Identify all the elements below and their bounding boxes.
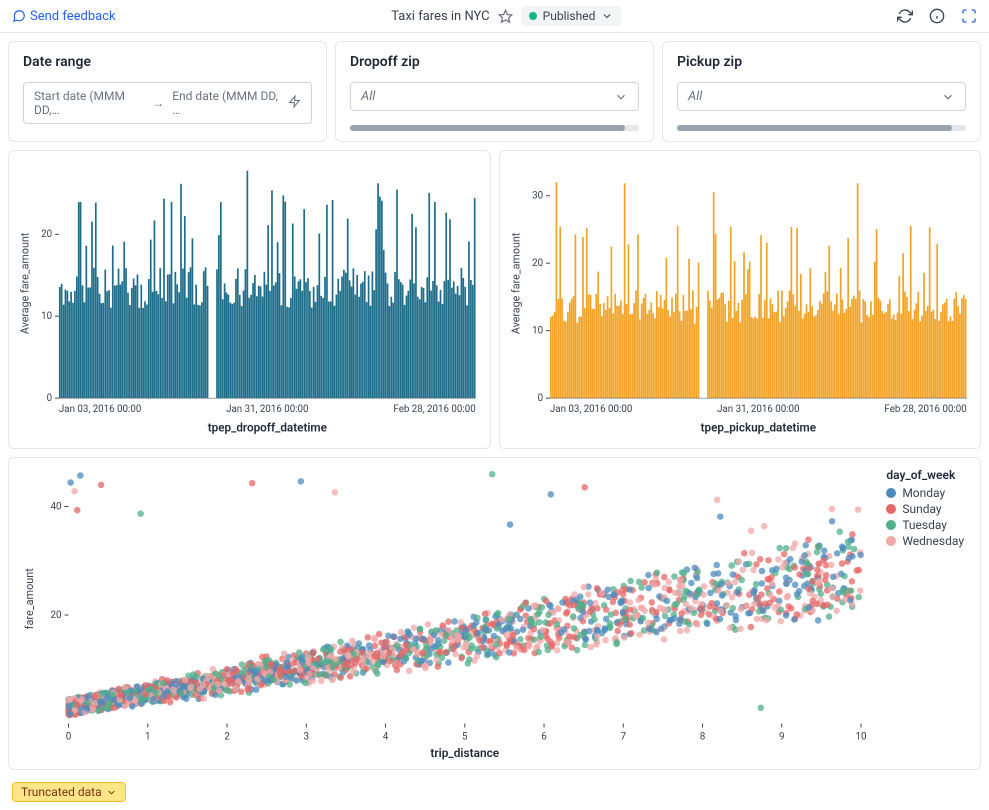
svg-text:Jan 31, 2016 00:00: Jan 31, 2016 00:00	[717, 404, 799, 415]
svg-text:Jan 31, 2016 00:00: Jan 31, 2016 00:00	[226, 404, 308, 415]
status-dropdown[interactable]: Published	[521, 6, 622, 26]
svg-text:0: 0	[47, 393, 52, 404]
svg-text:10: 10	[532, 326, 543, 337]
header-left: Send feedback	[12, 9, 116, 24]
header-center: Taxi fares in NYC Published	[391, 6, 621, 26]
svg-text:9: 9	[779, 731, 785, 742]
legend-swatch-icon	[886, 488, 896, 498]
header-right	[897, 8, 977, 24]
dropoff-value: All	[361, 89, 375, 104]
svg-text:20: 20	[532, 258, 543, 269]
chevron-down-icon	[106, 787, 117, 798]
scrollbar[interactable]	[677, 125, 966, 131]
truncated-data-badge[interactable]: Truncated data	[12, 782, 126, 802]
status-label: Published	[543, 9, 596, 23]
legend-title: day_of_week	[886, 468, 964, 482]
legend-swatch-icon	[886, 504, 896, 514]
legend-swatch-icon	[886, 520, 896, 530]
dropoff-select[interactable]: All	[350, 82, 639, 111]
chart-scatter-svg: 20 40 fare_amount 0 1 2 3 4 5 6 7 8 9 10 trip_distance	[19, 466, 970, 763]
legend-swatch-icon	[886, 536, 896, 546]
legend-item[interactable]: Wednesday	[886, 534, 964, 548]
scrollbar[interactable]	[350, 125, 639, 131]
filter-label: Dropoff zip	[350, 54, 639, 70]
feedback-label: Send feedback	[30, 9, 116, 24]
filter-date-range: Date range Start date (MMM DD,… → End da…	[8, 41, 327, 142]
svg-text:1: 1	[145, 731, 151, 742]
svg-text:Jan 03, 2016 00:00: Jan 03, 2016 00:00	[549, 404, 631, 415]
svg-text:Average fare_amount: Average fare_amount	[509, 232, 522, 334]
charts-row: 0 10 20 Average fare_amount Jan 03, 2016 00:…	[0, 150, 989, 457]
svg-text:0: 0	[537, 393, 542, 404]
status-dot-icon	[529, 12, 537, 20]
legend-label: Tuesday	[902, 518, 947, 532]
start-date-placeholder: Start date (MMM DD,…	[34, 89, 144, 117]
refresh-icon[interactable]	[897, 8, 913, 24]
fullscreen-icon[interactable]	[961, 8, 977, 24]
chart-scatter: day_of_week Monday Sunday Tuesday Wednesday…	[8, 457, 981, 770]
page-title: Taxi fares in NYC	[391, 9, 489, 24]
legend-label: Wednesday	[902, 534, 964, 548]
arrow-right-icon: →	[152, 96, 164, 110]
legend-label: Monday	[902, 486, 945, 500]
filter-dropoff-zip: Dropoff zip All	[335, 41, 654, 142]
pickup-value: All	[688, 89, 702, 104]
send-feedback-link[interactable]: Send feedback	[12, 9, 116, 24]
legend-label: Sunday	[902, 502, 941, 516]
filter-label: Date range	[23, 54, 312, 70]
filter-pickup-zip: Pickup zip All	[662, 41, 981, 142]
date-range-input[interactable]: Start date (MMM DD,… → End date (MMM DD,…	[23, 82, 312, 124]
svg-text:7: 7	[620, 731, 626, 742]
svg-text:Feb 28, 2016 00:00: Feb 28, 2016 00:00	[884, 404, 966, 415]
truncated-label: Truncated data	[21, 785, 102, 799]
pickup-select[interactable]: All	[677, 82, 966, 111]
filter-label: Pickup zip	[677, 54, 966, 70]
svg-text:6: 6	[541, 731, 547, 742]
svg-text:10: 10	[41, 311, 52, 322]
chart-dropoff: 0 10 20 Average fare_amount Jan 03, 2016 00:…	[8, 150, 491, 449]
chart-dropoff-svg: 0 10 20 Average fare_amount Jan 03, 2016 00:…	[15, 159, 484, 442]
filters-row: Date range Start date (MMM DD,… → End da…	[0, 33, 989, 150]
chevron-down-icon	[941, 90, 955, 104]
svg-text:20: 20	[50, 610, 61, 621]
scrollbar-thumb[interactable]	[677, 125, 952, 131]
svg-text:trip_distance: trip_distance	[430, 746, 499, 760]
chevron-down-icon	[614, 90, 628, 104]
svg-text:tpep_pickup_datetime: tpep_pickup_datetime	[700, 420, 815, 434]
svg-text:tpep_dropoff_datetime: tpep_dropoff_datetime	[208, 420, 327, 434]
svg-text:4: 4	[383, 731, 389, 742]
end-date-placeholder: End date (MMM DD, …	[172, 89, 280, 117]
svg-text:20: 20	[41, 229, 52, 240]
svg-text:3: 3	[303, 731, 309, 742]
chevron-down-icon	[601, 10, 613, 22]
legend-item[interactable]: Sunday	[886, 502, 964, 516]
svg-text:fare_amount: fare_amount	[23, 568, 36, 630]
scrollbar-thumb[interactable]	[350, 125, 625, 131]
svg-text:2: 2	[224, 731, 230, 742]
svg-text:8: 8	[700, 731, 706, 742]
star-icon[interactable]	[498, 9, 513, 24]
chart-pickup-svg: 0 10 20 30 Average fare_amount Jan 03, 2016 0…	[506, 159, 975, 442]
svg-text:5: 5	[462, 731, 468, 742]
svg-text:Jan 03, 2016 00:00: Jan 03, 2016 00:00	[59, 404, 141, 415]
comment-icon	[12, 9, 26, 23]
lightning-icon[interactable]	[288, 95, 301, 111]
svg-text:Average fare_amount: Average fare_amount	[19, 232, 32, 334]
svg-text:30: 30	[532, 191, 543, 202]
svg-text:40: 40	[50, 502, 61, 513]
legend-item[interactable]: Tuesday	[886, 518, 964, 532]
legend: day_of_week Monday Sunday Tuesday Wednesday	[886, 468, 964, 550]
legend-item[interactable]: Monday	[886, 486, 964, 500]
svg-text:Feb 28, 2016 00:00: Feb 28, 2016 00:00	[393, 404, 475, 415]
svg-text:10: 10	[855, 731, 866, 742]
info-icon[interactable]	[929, 8, 945, 24]
chart-pickup: 0 10 20 30 Average fare_amount Jan 03, 2016 0…	[499, 150, 982, 449]
svg-text:0: 0	[66, 731, 72, 742]
page-header: Send feedback Taxi fares in NYC Publishe…	[0, 0, 989, 33]
